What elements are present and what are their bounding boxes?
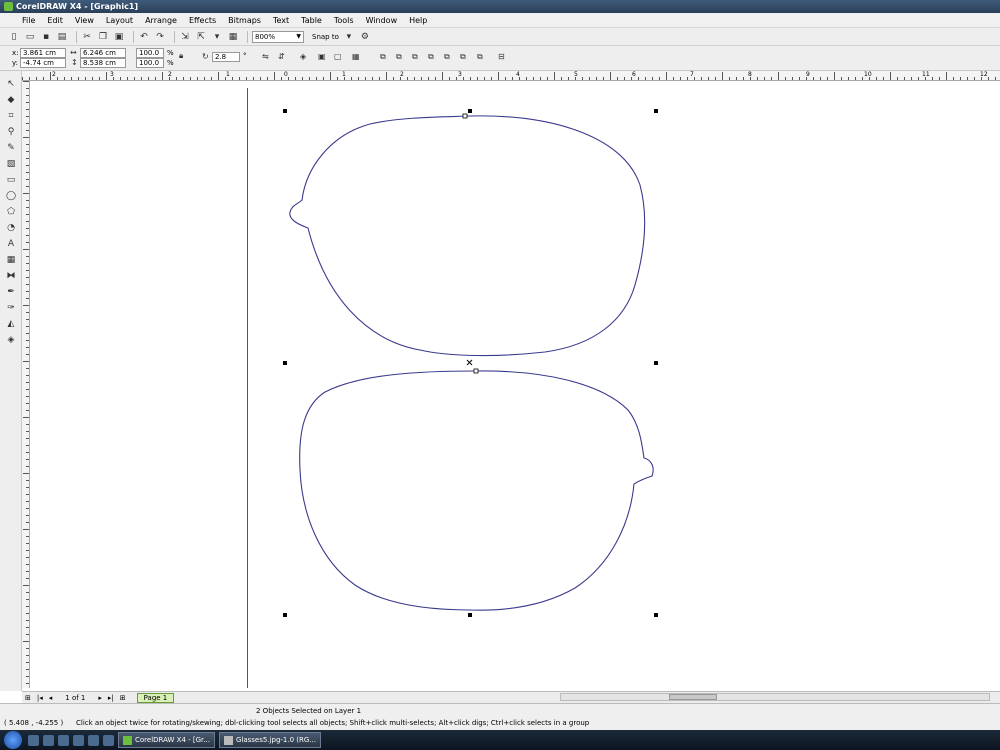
next-page-icon[interactable]: ▸	[98, 694, 102, 702]
selection-status: 2 Objects Selected on Layer 1	[256, 707, 362, 715]
bottom-lens-curve[interactable]	[299, 370, 654, 611]
curve-node[interactable]	[473, 368, 479, 374]
add-page-after-icon[interactable]: ⊞	[120, 694, 126, 702]
curve-node[interactable]	[462, 113, 468, 119]
top-lens-curve[interactable]	[289, 115, 646, 357]
add-page-icon[interactable]: ⊞	[25, 694, 31, 702]
selection-handle[interactable]	[283, 361, 287, 365]
first-page-icon[interactable]: |◂	[37, 694, 43, 702]
taskbar-coreldraw-button[interactable]: CorelDRAW X4 - [Gr...	[118, 732, 215, 748]
center-marker-icon	[466, 359, 473, 366]
previous-page-icon[interactable]: ◂	[49, 694, 53, 702]
firefox-icon[interactable]	[103, 734, 114, 746]
taskbar-image-button[interactable]: Glasses5.jpg-1.0 (RG...	[218, 732, 321, 748]
selection-handle[interactable]	[283, 109, 287, 113]
selection-handle[interactable]	[654, 109, 658, 113]
taskbar-coreldraw-label: CorelDRAW X4 - [Gr...	[135, 736, 210, 744]
taskbar-image-label: Glasses5.jpg-1.0 (RG...	[235, 736, 316, 744]
scrollbar-thumb[interactable]	[669, 694, 717, 700]
selection-handle[interactable]	[654, 613, 658, 617]
page-tab[interactable]: Page 1	[136, 692, 175, 703]
selection-handle[interactable]	[283, 613, 287, 617]
cursor-coordinates: ( 5.408 , -4.255 )	[4, 719, 64, 727]
coreldraw-logo-icon	[123, 735, 132, 745]
tool-hint: Click an object twice for rotating/skewi…	[76, 719, 590, 727]
windows-taskbar: CorelDRAW X4 - [Gr... Glasses5.jpg-1.0 (…	[0, 730, 1000, 750]
explorer-icon[interactable]	[58, 734, 69, 746]
show-desktop-icon[interactable]	[28, 734, 39, 746]
start-button-icon[interactable]	[4, 731, 22, 749]
switch-windows-icon[interactable]	[43, 734, 54, 746]
drawing-layer	[283, 109, 658, 617]
page-counter: 1 of 1	[65, 693, 86, 702]
last-page-icon[interactable]: ▸|	[108, 694, 114, 702]
browser-icon[interactable]	[88, 734, 99, 746]
status-bar: 2 Objects Selected on Layer 1 ( 5.408 , …	[0, 703, 1000, 730]
image-viewer-icon	[223, 735, 233, 745]
horizontal-scrollbar[interactable]	[560, 693, 990, 701]
media-player-icon[interactable]	[73, 734, 84, 746]
selection-handle[interactable]	[468, 109, 472, 113]
selection-handle[interactable]	[654, 361, 658, 365]
coreldraw-window: CorelDRAW X4 - [Graphic1] File Edit View…	[0, 0, 1000, 750]
selection-handle[interactable]	[468, 613, 472, 617]
